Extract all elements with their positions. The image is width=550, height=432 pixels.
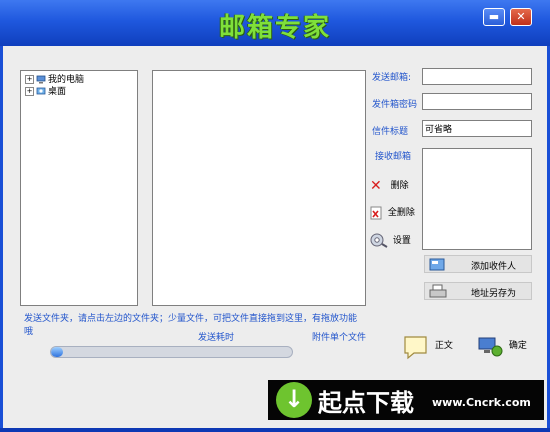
settings-label: 设置 [392, 235, 411, 246]
file-drop-area[interactable] [152, 70, 366, 306]
tree-node-desktop[interactable]: + 桌面 [25, 86, 66, 98]
confirm-button[interactable]: 确定 [476, 334, 527, 360]
window-bottom-border [0, 428, 550, 432]
body-label: 正文 [434, 340, 453, 351]
close-button[interactable]: ✕ [510, 8, 532, 26]
recipients-label: 接收邮箱 [375, 152, 412, 162]
tree-node-my-computer[interactable]: + 我的电脑 [25, 74, 84, 86]
settings-icon [370, 233, 388, 248]
delete-all-label: 全删除 [387, 208, 415, 218]
note-icon [402, 336, 430, 360]
save-address-button[interactable]: 地址另存为 [424, 282, 532, 300]
settings-button[interactable]: 设置 [370, 232, 411, 248]
subject-field[interactable]: 可省略 [422, 120, 532, 137]
add-recipient-button[interactable]: 添加收件人 [424, 255, 532, 273]
expand-icon[interactable]: + [25, 75, 34, 84]
sender-email-field[interactable] [422, 68, 532, 85]
delete-x-icon: ✕ [370, 178, 382, 194]
expand-icon[interactable]: + [25, 87, 34, 96]
password-label: 发件箱密码 [372, 100, 418, 110]
add-recipient-label: 添加收件人 [471, 262, 517, 272]
send-time-label: 发送耗时 [198, 333, 235, 343]
progress-fill [51, 347, 64, 357]
app-title: 邮箱专家 [218, 13, 331, 43]
body-button[interactable]: 正文 [402, 334, 453, 360]
confirm-label: 确定 [508, 340, 527, 351]
minimize-button[interactable]: ▬ [483, 8, 505, 26]
delete-label: 删除 [390, 181, 409, 191]
send-progress-bar [50, 346, 293, 358]
banner-brand: 起点下载 [318, 389, 414, 417]
printer-icon [429, 284, 447, 302]
network-send-icon [476, 337, 504, 357]
recipients-list[interactable] [422, 148, 532, 250]
sender-label: 发送邮箱: [372, 73, 412, 83]
save-address-label: 地址另存为 [471, 289, 517, 299]
close-icon: ✕ [516, 10, 526, 23]
computer-icon [36, 75, 46, 84]
subject-label: 信件标题 [372, 127, 409, 137]
delete-all-icon [370, 206, 383, 219]
download-arrow-icon: ↓ [276, 382, 312, 418]
desktop-icon [36, 87, 46, 96]
address-book-icon [429, 258, 445, 274]
tree-label: 我的电脑 [48, 75, 85, 85]
delete-all-button[interactable]: 全删除 [370, 205, 415, 220]
password-field[interactable] [422, 93, 532, 110]
attach-single-file-link[interactable]: 附件单个文件 [312, 330, 366, 343]
banner-url: www.Cncrk.com [432, 396, 531, 409]
folder-tree[interactable]: + 我的电脑 + 桌面 [20, 70, 138, 306]
tree-label: 桌面 [48, 87, 67, 97]
minimize-icon: ▬ [488, 10, 500, 23]
delete-button[interactable]: ✕ 删除 [370, 178, 409, 194]
